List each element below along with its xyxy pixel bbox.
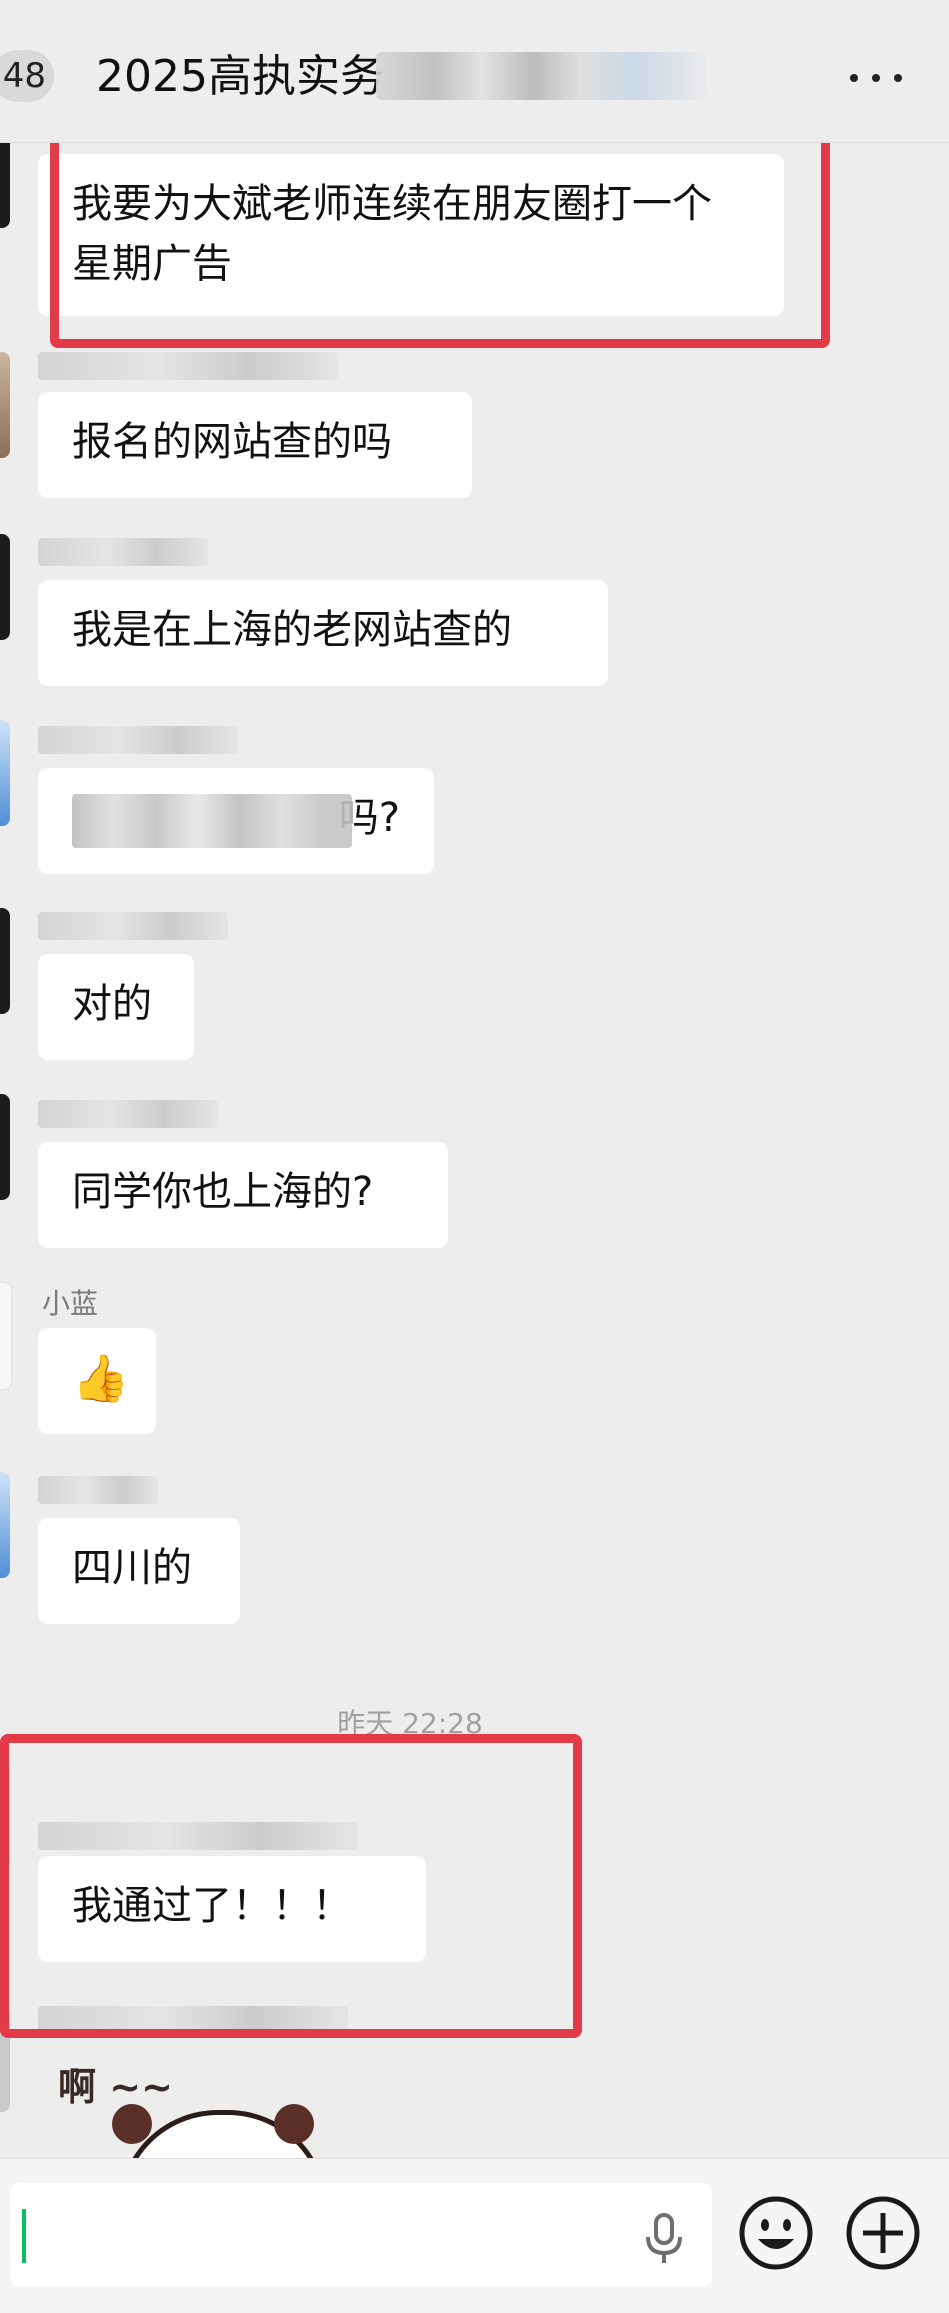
sticker-text: 啊 ~~ xyxy=(58,2065,173,2109)
message-text: 报名的网站查的吗 xyxy=(72,419,392,465)
text-caret xyxy=(22,2209,26,2263)
sender-name-blurred xyxy=(38,538,208,566)
avatar[interactable] xyxy=(0,142,10,228)
message-bubble[interactable]: 我要为大斌老师连续在朋友圈打一个星期广告 xyxy=(38,154,784,316)
message-bubble[interactable]: 👍 xyxy=(38,1328,156,1434)
sticker-ear xyxy=(112,2104,152,2144)
sender-name-blurred xyxy=(38,912,228,940)
avatar[interactable] xyxy=(0,908,10,1014)
mic-icon[interactable] xyxy=(640,2211,688,2267)
sender-name-blurred xyxy=(38,726,238,754)
input-bar xyxy=(0,2158,949,2313)
message-text: 我是在上海的老网站查的 xyxy=(72,607,512,653)
sender-name-blurred xyxy=(38,1100,218,1128)
thumbs-up-icon: 👍 xyxy=(72,1351,130,1405)
message-bubble[interactable]: 吗? xyxy=(38,768,434,874)
message-text: 同学你也上海的? xyxy=(72,1169,374,1215)
avatar[interactable] xyxy=(0,352,10,458)
back-button-unread-badge[interactable]: 48 xyxy=(0,50,54,102)
sender-name-blurred xyxy=(38,352,338,380)
avatar[interactable] xyxy=(0,1094,10,1200)
message-bubble[interactable]: 报名的网站查的吗 xyxy=(38,392,472,498)
sender-name-blurred xyxy=(38,1476,158,1504)
message-bubble[interactable]: 对的 xyxy=(38,954,194,1060)
avatar[interactable] xyxy=(0,2006,10,2112)
message-text: 对的 xyxy=(72,981,152,1027)
message-list[interactable]: 我要为大斌老师连续在朋友圈打一个星期广告 报名的网站查的吗 我是在上海的老网站查… xyxy=(0,142,949,2158)
emoji-icon[interactable] xyxy=(738,2195,814,2271)
message-blurred-region xyxy=(72,794,352,848)
sender-name-blurred xyxy=(38,1822,358,1850)
message-bubble[interactable]: 我通过了！！！ xyxy=(38,1856,426,1962)
message-bubble[interactable]: 我是在上海的老网站查的 xyxy=(38,580,608,686)
message-input[interactable] xyxy=(10,2183,712,2287)
message-bubble[interactable]: 同学你也上海的? xyxy=(38,1142,448,1248)
more-icon[interactable] xyxy=(846,58,906,98)
sender-name-blurred xyxy=(38,2006,348,2034)
plus-icon[interactable] xyxy=(845,2195,921,2271)
sender-name: 小蓝 xyxy=(42,1287,99,1320)
avatar[interactable] xyxy=(0,534,10,640)
chat-title: 2025高执实务 xyxy=(96,51,384,102)
avatar[interactable] xyxy=(0,1762,10,1868)
timestamp: 昨天 22:28 xyxy=(337,1707,483,1740)
chat-header: 48 2025高执实务 xyxy=(0,0,949,143)
title-blurred-region xyxy=(376,52,706,100)
message-bubble[interactable]: 四川的 xyxy=(38,1518,240,1624)
avatar[interactable] xyxy=(0,1282,12,1390)
sticker-ear xyxy=(274,2104,314,2144)
message-text: 我要为大斌老师连续在朋友圈打一个星期广告 xyxy=(72,181,712,287)
avatar[interactable] xyxy=(0,1472,10,1578)
avatar[interactable] xyxy=(0,720,10,826)
message-text: 四川的 xyxy=(72,1545,192,1591)
message-text: 我通过了！！！ xyxy=(72,1883,352,1929)
